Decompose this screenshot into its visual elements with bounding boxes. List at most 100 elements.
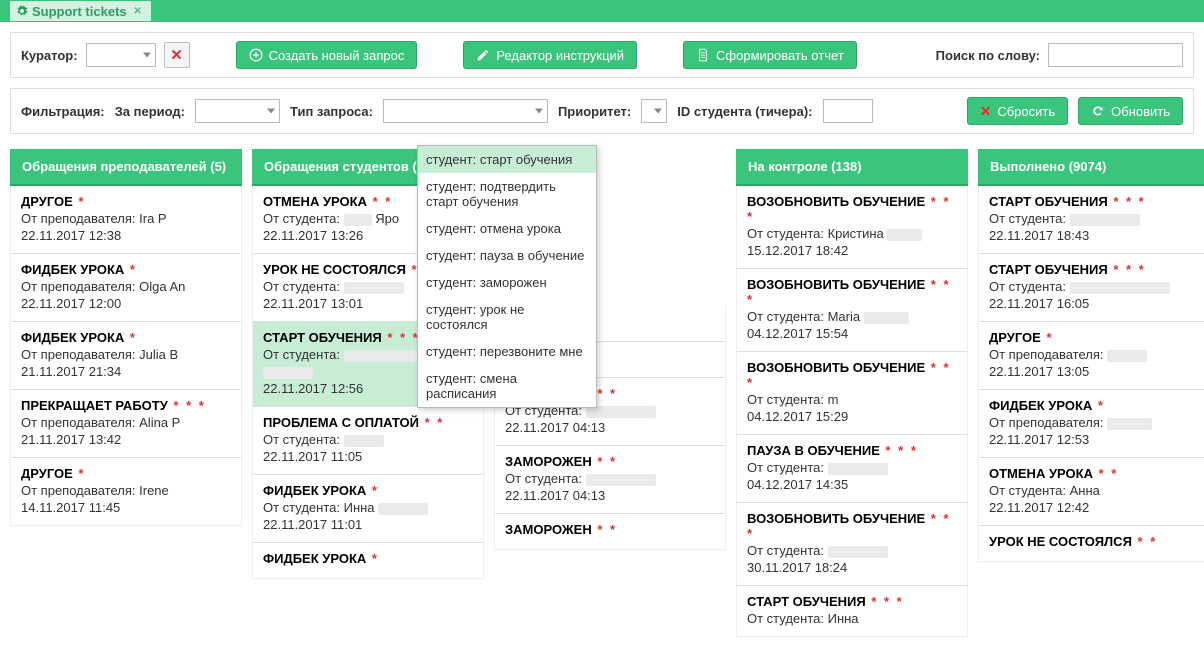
column-cards: СТАРТ ОБУЧЕНИЯ * * *От студента: 22.11.2… — [978, 186, 1204, 562]
ticket-title: ФИДБЕК УРОКА — [263, 551, 370, 566]
filter-toolbar: Фильтрация: За период: Тип запроса: Прио… — [10, 88, 1194, 134]
priority-stars: * * — [597, 522, 617, 537]
instructions-editor-button[interactable]: Редактор инструкций — [463, 41, 637, 69]
priority-stars: * * — [425, 415, 445, 430]
priority-stars: * — [1046, 330, 1053, 345]
clear-curator-button[interactable]: ✕ — [164, 42, 190, 68]
ticket-from: От студента: — [747, 460, 957, 475]
ticket-card[interactable]: ПРЕКРАЩАЕТ РАБОТУ * * *От преподавателя:… — [11, 390, 241, 458]
ticket-title: ПРЕКРАЩАЕТ РАБОТУ — [21, 398, 171, 413]
ticket-title: СТАРТ ОБУЧЕНИЯ — [989, 262, 1111, 277]
close-icon[interactable]: ✕ — [131, 4, 145, 18]
ticket-title: ДРУГОЕ — [21, 466, 76, 481]
ticket-card[interactable]: ФИДБЕК УРОКА * — [253, 543, 483, 578]
ticket-title: ПАУЗА В ОБУЧЕНИЕ — [747, 443, 884, 458]
ticket-card[interactable]: ЗАМОРОЖЕН * *От студента: 22.11.2017 04:… — [495, 446, 725, 514]
ticket-card[interactable]: ВОЗОБНОВИТЬ ОБУЧЕНИЕ * * *От студента: 3… — [737, 503, 967, 586]
x-icon: ✕ — [170, 46, 183, 64]
chevron-down-icon — [654, 109, 662, 114]
ticket-card[interactable]: ВОЗОБНОВИТЬ ОБУЧЕНИЕ * * *От студента: m… — [737, 352, 967, 435]
ticket-from: От студента: Maria — [747, 309, 957, 324]
dropdown-option[interactable]: студент: подтвердить старт обучения — [418, 173, 596, 215]
priority-stars: * — [130, 262, 137, 277]
ticket-card[interactable]: ОТМЕНА УРОКА * *От студента: Анна22.11.2… — [979, 458, 1204, 526]
ticket-timestamp: 22.11.2017 04:13 — [505, 488, 715, 503]
priority-stars: * — [130, 330, 137, 345]
chevron-down-icon — [267, 109, 275, 114]
ticket-card[interactable]: ВОЗОБНОВИТЬ ОБУЧЕНИЕ * * *От студента: M… — [737, 269, 967, 352]
ticket-card[interactable]: ВОЗОБНОВИТЬ ОБУЧЕНИЕ * * *От студента: К… — [737, 186, 967, 269]
dropdown-option[interactable]: студент: старт обучения — [418, 146, 596, 173]
ticket-card[interactable]: ФИДБЕК УРОКА *От студента: Инна 22.11.20… — [253, 475, 483, 543]
dropdown-option[interactable]: студент: перезвоните мне — [418, 338, 596, 365]
ticket-card[interactable]: СТАРТ ОБУЧЕНИЯ * * * От студента: Инна — [737, 586, 967, 636]
ticket-card[interactable]: ФИДБЕК УРОКА *От преподавателя: Olga An2… — [11, 254, 241, 322]
request-type-select[interactable] — [383, 99, 548, 123]
dropdown-option[interactable]: студент: урок не состоялся — [418, 296, 596, 338]
priority-stars: * — [372, 483, 379, 498]
ticket-title: СТАРТ ОБУЧЕНИЯ — [747, 594, 869, 609]
column-cards: ДРУГОЕ * От преподавателя: Ira P 22.11.201… — [10, 186, 242, 526]
ticket-card[interactable]: СТАРТ ОБУЧЕНИЯ * * *От студента: 22.11.2… — [979, 186, 1204, 254]
ticket-title: ВОЗОБНОВИТЬ ОБУЧЕНИЕ — [747, 194, 929, 209]
ticket-card[interactable]: ДРУГОЕ *От преподавателя: 22.11.2017 13:… — [979, 322, 1204, 390]
ticket-from: От студента: — [747, 543, 957, 558]
ticket-from: От студента: Инна — [747, 611, 957, 626]
generate-report-button[interactable]: Сформировать отчет — [683, 41, 857, 69]
ticket-title: ВОЗОБНОВИТЬ ОБУЧЕНИЕ — [747, 277, 929, 292]
create-request-button[interactable]: Создать новый запрос — [236, 41, 418, 69]
ticket-from: От преподавателя: Julia B — [21, 347, 231, 362]
priority-stars: * * — [373, 194, 393, 209]
priority-stars: * * * — [871, 594, 903, 609]
curator-label: Куратор: — [21, 48, 78, 63]
column-header: Обращения преподавателей (5) — [10, 149, 242, 186]
priority-stars: * * — [1138, 534, 1158, 549]
ticket-title: УРОК НЕ СОСТОЯЛСЯ — [263, 262, 410, 277]
priority-stars: * * * — [886, 443, 918, 458]
reset-button[interactable]: ✕ Сбросить — [967, 97, 1069, 125]
ticket-card[interactable]: ФИДБЕК УРОКА *От преподавателя: Julia B2… — [11, 322, 241, 390]
request-type-dropdown[interactable]: студент: старт обучениястудент: подтверд… — [417, 145, 597, 408]
search-input[interactable] — [1048, 43, 1183, 67]
ticket-card[interactable]: ДРУГОЕ *От преподавателя: Irene14.11.201… — [11, 458, 241, 525]
ticket-card[interactable]: ФИДБЕК УРОКА *От преподавателя: 22.11.20… — [979, 390, 1204, 458]
period-select[interactable] — [195, 99, 280, 123]
ticket-card[interactable]: УРОК НЕ СОСТОЯЛСЯ * * — [979, 526, 1204, 561]
ticket-card[interactable]: ЗАМОРОЖЕН * * — [495, 514, 725, 549]
priority-label: Приоритет: — [558, 104, 631, 119]
ticket-title: ФИДБЕК УРОКА — [21, 330, 128, 345]
student-id-input[interactable] — [823, 99, 873, 123]
priority-stars: * * * — [387, 330, 419, 345]
ticket-from: От студента: — [263, 432, 473, 447]
app-tab-bar: Support tickets ✕ — [0, 0, 1204, 22]
dropdown-option[interactable]: студент: смена расписания — [418, 365, 596, 407]
ticket-timestamp: 30.11.2017 18:24 — [747, 560, 957, 575]
ticket-from: От преподавателя: Irene — [21, 483, 231, 498]
ticket-from: От преподавателя: — [989, 415, 1199, 430]
priority-stars: * — [372, 551, 379, 566]
refresh-button[interactable]: Обновить — [1078, 97, 1183, 125]
dropdown-option[interactable]: студент: пауза в обучение — [418, 242, 596, 269]
x-icon: ✕ — [980, 104, 992, 118]
ticket-timestamp: 22.11.2017 16:05 — [989, 296, 1199, 311]
active-tab[interactable]: Support tickets ✕ — [10, 1, 151, 21]
ticket-title: ОТМЕНА УРОКА — [263, 194, 371, 209]
search-label: Поиск по слову: — [936, 48, 1040, 63]
type-label: Тип запроса: — [290, 104, 373, 119]
board-column: Обращения преподавателей (5)ДРУГОЕ *От п… — [10, 149, 242, 637]
ticket-card[interactable]: ДРУГОЕ *От преподавателя: Ira P22.11.201… — [11, 186, 241, 254]
ticket-timestamp: 14.11.2017 11:45 — [21, 500, 231, 515]
ticket-title: ДРУГОЕ — [21, 194, 76, 209]
ticket-card[interactable]: СТАРТ ОБУЧЕНИЯ * * *От студента: 22.11.2… — [979, 254, 1204, 322]
dropdown-option[interactable]: студент: отмена урока — [418, 215, 596, 242]
period-label: За период: — [115, 104, 185, 119]
ticket-timestamp: 22.11.2017 12:42 — [989, 500, 1199, 515]
ticket-timestamp: 22.11.2017 12:38 — [21, 228, 231, 243]
priority-select[interactable] — [641, 99, 667, 123]
ticket-card[interactable]: ПАУЗА В ОБУЧЕНИЕ * * *От студента: 04.12… — [737, 435, 967, 503]
ticket-from: От преподавателя: Ira P — [21, 211, 231, 226]
dropdown-option[interactable]: студент: заморожен — [418, 269, 596, 296]
curator-select[interactable] — [86, 43, 156, 67]
ticket-card[interactable]: ПРОБЛЕМА С ОПЛАТОЙ * *От студента: 22.11… — [253, 407, 483, 475]
priority-stars: * * — [597, 386, 617, 401]
